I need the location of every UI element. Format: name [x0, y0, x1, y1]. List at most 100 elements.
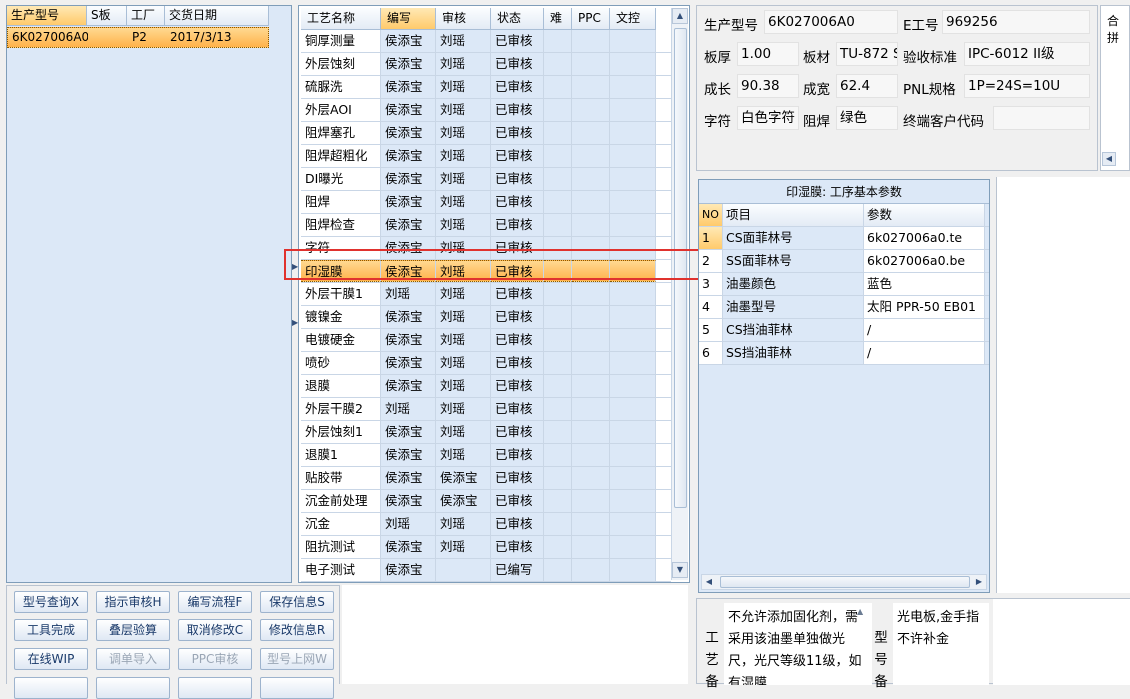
ppc-review-button[interactable]: PPC审核 — [178, 648, 252, 670]
table-row[interactable]: 退膜1 侯添宝 刘瑶 已审核 — [301, 444, 671, 467]
instruction-review-button[interactable]: 指示审核H — [96, 591, 170, 613]
param-no-cell: 6 — [699, 342, 723, 364]
process-scrollbar[interactable]: ▲ ▼ — [671, 8, 688, 580]
col-header-status[interactable]: 状态 — [491, 8, 544, 30]
table-row[interactable]: 喷砂 侯添宝 刘瑶 已审核 — [301, 352, 671, 375]
acceptance-std-field[interactable]: IPC-6012 II级 — [964, 42, 1090, 66]
material-field[interactable]: TU-872 S — [836, 42, 898, 66]
table-row[interactable]: 硫脲洗 侯添宝 刘瑶 已审核 — [301, 76, 671, 99]
scroll-left-icon[interactable]: ◀ — [1102, 152, 1116, 166]
difficulty-cell — [544, 237, 572, 259]
toolbar-button-partial[interactable] — [14, 677, 88, 699]
col-header-process-name[interactable]: 工艺名称 — [301, 8, 381, 30]
doc-control-cell — [610, 490, 656, 512]
length-field[interactable]: 90.38 — [737, 74, 799, 98]
row-pointer-icon: ▶ — [292, 262, 299, 271]
model-field[interactable]: 6K027006A0 — [764, 10, 898, 34]
solder-mask-field[interactable]: 绿色 — [836, 106, 898, 130]
scroll-right-icon[interactable]: ▶ — [972, 575, 986, 589]
col-header-doc-control[interactable]: 文控 — [610, 8, 656, 30]
table-row[interactable]: 4 油墨型号 太阳 PPR-50 EB01 — [699, 296, 989, 319]
table-row[interactable]: 沉金 刘瑶 刘瑶 已审核 — [301, 513, 671, 536]
table-row[interactable]: 阻焊检查 侯添宝 刘瑶 已审核 — [301, 214, 671, 237]
difficulty-cell — [544, 260, 572, 282]
table-row[interactable]: 阻焊塞孔 侯添宝 刘瑶 已审核 — [301, 122, 671, 145]
scroll-down-icon[interactable]: ▼ — [672, 562, 688, 578]
table-row[interactable]: 5 CS挡油菲林 / — [699, 319, 989, 342]
col-header-item[interactable]: 项目 — [723, 204, 864, 226]
table-row[interactable]: 3 油墨颜色 蓝色 — [699, 273, 989, 296]
model-online-button[interactable]: 型号上网W — [260, 648, 334, 670]
toolbar-button-partial[interactable] — [260, 677, 334, 699]
table-row[interactable]: DI曝光 侯添宝 刘瑶 已审核 — [301, 168, 671, 191]
ppc-cell — [572, 559, 610, 581]
table-row[interactable]: 铜厚测量 侯添宝 刘瑶 已审核 — [301, 30, 671, 53]
ppc-cell — [572, 375, 610, 397]
scroll-thumb[interactable] — [674, 28, 687, 508]
doc-control-cell — [610, 421, 656, 443]
table-row[interactable]: 贴胶带 侯添宝 侯添宝 已审核 — [301, 467, 671, 490]
length-label: 成长 — [704, 82, 731, 98]
scroll-up-icon[interactable]: ▲ — [672, 8, 688, 24]
pnl-field[interactable]: 1P=24S=10U — [964, 74, 1090, 98]
table-row[interactable]: 阻抗测试 侯添宝 刘瑶 已审核 — [301, 536, 671, 559]
scroll-thumb[interactable] — [720, 576, 970, 588]
table-row[interactable]: 退膜 侯添宝 刘瑶 已审核 — [301, 375, 671, 398]
col-header-writer[interactable]: 编写 — [381, 8, 436, 30]
thickness-field[interactable]: 1.00 — [737, 42, 799, 66]
table-row[interactable]: 2 SS面菲林号 6k027006a0.be — [699, 250, 989, 273]
col-header-factory[interactable]: 工厂 — [127, 6, 165, 26]
model-note-field[interactable]: 光电板,金手指不许补金 — [893, 603, 989, 685]
params-hscrollbar[interactable]: ◀ ▶ — [701, 574, 987, 590]
process-rows: 铜厚测量 侯添宝 刘瑶 已审核 外层蚀刻 侯添宝 刘瑶 已审核 硫脲洗 侯添宝 刘瑶 已审核 外层AOI… — [301, 30, 671, 582]
toolbar-button-partial[interactable] — [178, 677, 252, 699]
write-flow-button[interactable]: 编写流程F — [178, 591, 252, 613]
table-row[interactable]: 阻焊超粗化 侯添宝 刘瑶 已审核 — [301, 145, 671, 168]
scroll-left-icon[interactable]: ◀ — [702, 575, 716, 589]
online-wip-button[interactable]: 在线WIP — [14, 648, 88, 670]
customer-code-field[interactable] — [993, 106, 1090, 130]
save-info-button[interactable]: 保存信息S — [260, 591, 334, 613]
table-row[interactable]: 沉金前处理 侯添宝 侯添宝 已审核 — [301, 490, 671, 513]
import-order-button[interactable]: 调单导入 — [96, 648, 170, 670]
col-header-value[interactable]: 参数 — [864, 204, 985, 226]
eno-field[interactable]: 969256 — [942, 10, 1090, 34]
table-row[interactable]: 字符 侯添宝 刘瑶 已审核 — [301, 237, 671, 260]
process-name-cell: 贴胶带 — [301, 467, 381, 489]
stackup-check-button[interactable]: 叠层验算 — [96, 619, 170, 641]
width-field[interactable]: 62.4 — [836, 74, 898, 98]
table-row[interactable]: 6 SS挡油菲林 / — [699, 342, 989, 365]
toolbar-button-partial[interactable] — [96, 677, 170, 699]
char-field[interactable]: 白色字符 — [737, 106, 799, 130]
tool-complete-button[interactable]: 工具完成 — [14, 619, 88, 641]
col-header-ppc[interactable]: PPC — [572, 8, 610, 30]
param-value-cell: 6k027006a0.te — [864, 227, 985, 249]
status-cell: 已审核 — [491, 306, 544, 328]
table-row[interactable]: 外层干膜1 刘瑶 刘瑶 已审核 — [301, 283, 671, 306]
col-header-no[interactable]: NO — [699, 204, 723, 226]
table-row[interactable]: 外层AOI 侯添宝 刘瑶 已审核 — [301, 99, 671, 122]
col-header-model[interactable]: 生产型号 — [7, 6, 87, 26]
model-query-button[interactable]: 型号查询X — [14, 591, 88, 613]
scroll-up-icon[interactable]: ▲ — [857, 607, 863, 616]
writer-cell: 刘瑶 — [381, 513, 436, 535]
cancel-edit-button[interactable]: 取消修改C — [178, 619, 252, 641]
table-row[interactable]: 电子测试 侯添宝 已编写 — [301, 559, 671, 582]
param-no-cell: 3 — [699, 273, 723, 295]
table-row[interactable]: 外层蚀刻 侯添宝 刘瑶 已审核 — [301, 53, 671, 76]
table-row[interactable]: 1 CS面菲林号 6k027006a0.te — [699, 227, 989, 250]
modify-info-button[interactable]: 修改信息R — [260, 619, 334, 641]
process-note-field[interactable]: 不允许添加固化剂，需采用该油墨单独做光尺，光尺等级11级，如有湿膜 — [724, 603, 872, 685]
difficulty-cell — [544, 99, 572, 121]
col-header-difficulty[interactable]: 难 — [544, 8, 572, 30]
order-row[interactable]: 6K027006A0 P2 2017/3/13 — [7, 27, 269, 48]
table-row[interactable]: 电镀硬金 侯添宝 刘瑶 已审核 — [301, 329, 671, 352]
table-row[interactable]: 阻焊 侯添宝 刘瑶 已审核 — [301, 191, 671, 214]
table-row[interactable]: 外层蚀刻1 侯添宝 刘瑶 已审核 — [301, 421, 671, 444]
table-row[interactable]: 外层干膜2 刘瑶 刘瑶 已审核 — [301, 398, 671, 421]
col-header-reviewer[interactable]: 审核 — [436, 8, 491, 30]
col-header-s[interactable]: S板 — [87, 6, 127, 26]
col-header-date[interactable]: 交货日期 — [165, 6, 269, 26]
table-row[interactable]: 印湿膜 侯添宝 刘瑶 已审核 — [301, 260, 671, 283]
table-row[interactable]: 镀镍金 侯添宝 刘瑶 已审核 — [301, 306, 671, 329]
